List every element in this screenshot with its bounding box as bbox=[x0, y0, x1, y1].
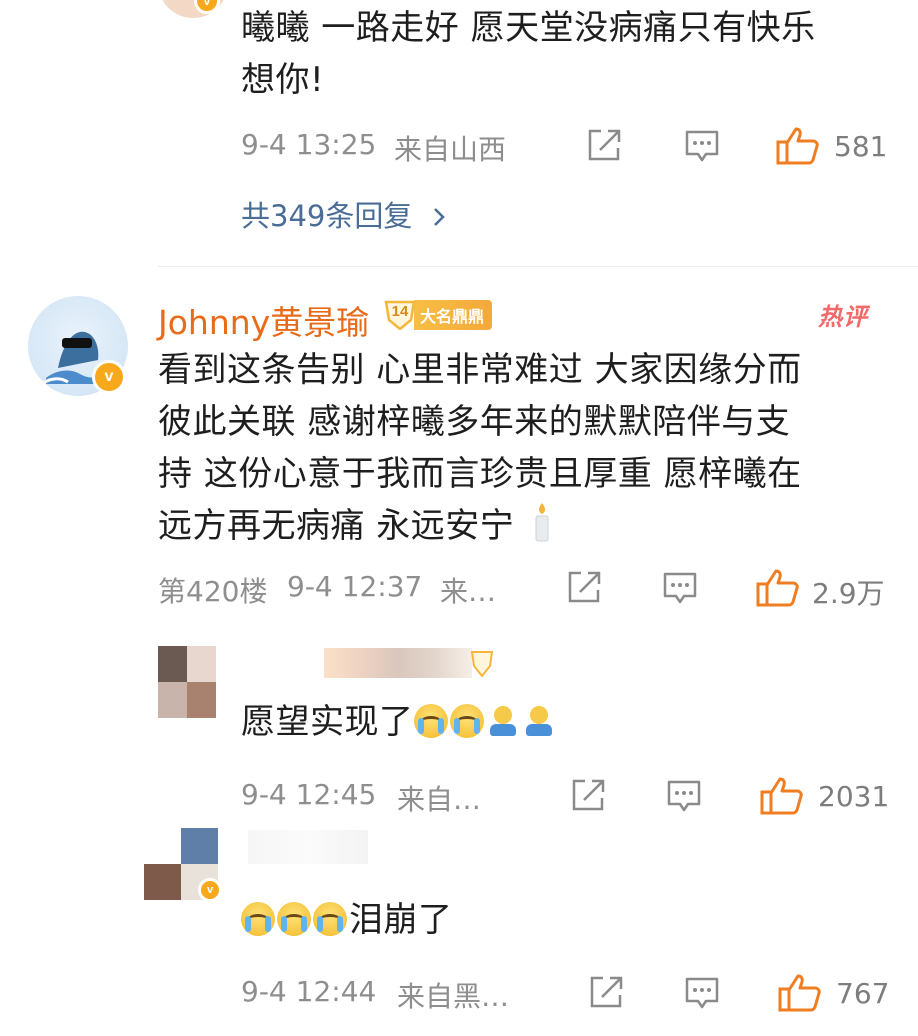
comment-location: 来自山西 bbox=[394, 133, 507, 166]
like-count: 2031 bbox=[818, 780, 890, 813]
crying-face-icon bbox=[313, 902, 347, 936]
verified-badge: v bbox=[92, 360, 126, 394]
hot-comment-tag: 热评 bbox=[818, 303, 868, 331]
like-count: 767 bbox=[836, 977, 890, 1010]
comment-text: 看到这条告别 心里非常难过 大家因缘分而 彼此关联 感谢梓曦多年来的默默陪伴与支… bbox=[158, 344, 802, 558]
reply-location: 来自黑… bbox=[397, 980, 510, 1013]
comment-time: 9-4 13:25 bbox=[241, 128, 377, 161]
avatar[interactable] bbox=[158, 646, 216, 718]
floor-number: 第420楼 bbox=[158, 575, 268, 608]
level-number: 14 bbox=[391, 303, 409, 320]
crying-face-icon bbox=[413, 704, 448, 738]
thumbs-up-icon[interactable] bbox=[778, 972, 822, 1012]
comment-time: 9-4 12:37 bbox=[287, 570, 423, 603]
crying-face-icon bbox=[277, 902, 311, 936]
candle-icon bbox=[532, 501, 552, 558]
view-replies-label: 共349条回复 bbox=[241, 199, 413, 233]
crying-face-icon bbox=[241, 902, 275, 936]
comment-icon[interactable] bbox=[666, 779, 702, 813]
comment-text: 曦曦 一路走好 愿天堂没病痛只有快乐 想你! bbox=[241, 8, 816, 100]
hug-icon bbox=[522, 704, 556, 738]
comment-icon[interactable] bbox=[662, 571, 698, 605]
comment-icon[interactable] bbox=[684, 129, 720, 163]
level-badge: 14 大名鼎鼎 bbox=[384, 300, 493, 330]
level-badge-icon bbox=[470, 650, 494, 682]
like-count: 581 bbox=[834, 130, 888, 163]
comment-icon[interactable] bbox=[684, 976, 720, 1010]
verified-badge: v bbox=[198, 878, 222, 902]
vip-label: 大名鼎鼎 bbox=[414, 300, 493, 330]
divider bbox=[158, 266, 918, 267]
crying-face-icon bbox=[449, 704, 484, 738]
level-shield: 14 bbox=[384, 300, 416, 330]
reply-time: 9-4 12:45 bbox=[241, 778, 377, 811]
chevron-right-icon bbox=[432, 199, 446, 233]
view-replies-link[interactable]: 共349条回复 bbox=[241, 193, 446, 235]
thumbs-up-icon[interactable] bbox=[760, 775, 804, 815]
like-count: 2.9万 bbox=[812, 577, 885, 610]
share-icon[interactable] bbox=[588, 975, 624, 1009]
username-blurred bbox=[248, 830, 368, 864]
share-icon[interactable] bbox=[586, 128, 622, 162]
hug-icon bbox=[486, 704, 520, 738]
share-icon[interactable] bbox=[570, 778, 606, 812]
reply-text: 泪崩了 bbox=[241, 894, 453, 946]
thumbs-up-icon[interactable] bbox=[776, 125, 820, 165]
share-icon[interactable] bbox=[566, 570, 602, 604]
thumbs-up-icon[interactable] bbox=[756, 567, 800, 607]
reply-text: 愿望实现了 bbox=[241, 696, 558, 748]
username[interactable]: Johnny黄景瑜 bbox=[158, 296, 369, 344]
reply-location: 来自… bbox=[397, 783, 482, 816]
username-blurred bbox=[324, 648, 472, 678]
comment-location: 来… bbox=[440, 575, 497, 608]
reply-time: 9-4 12:44 bbox=[241, 975, 377, 1008]
